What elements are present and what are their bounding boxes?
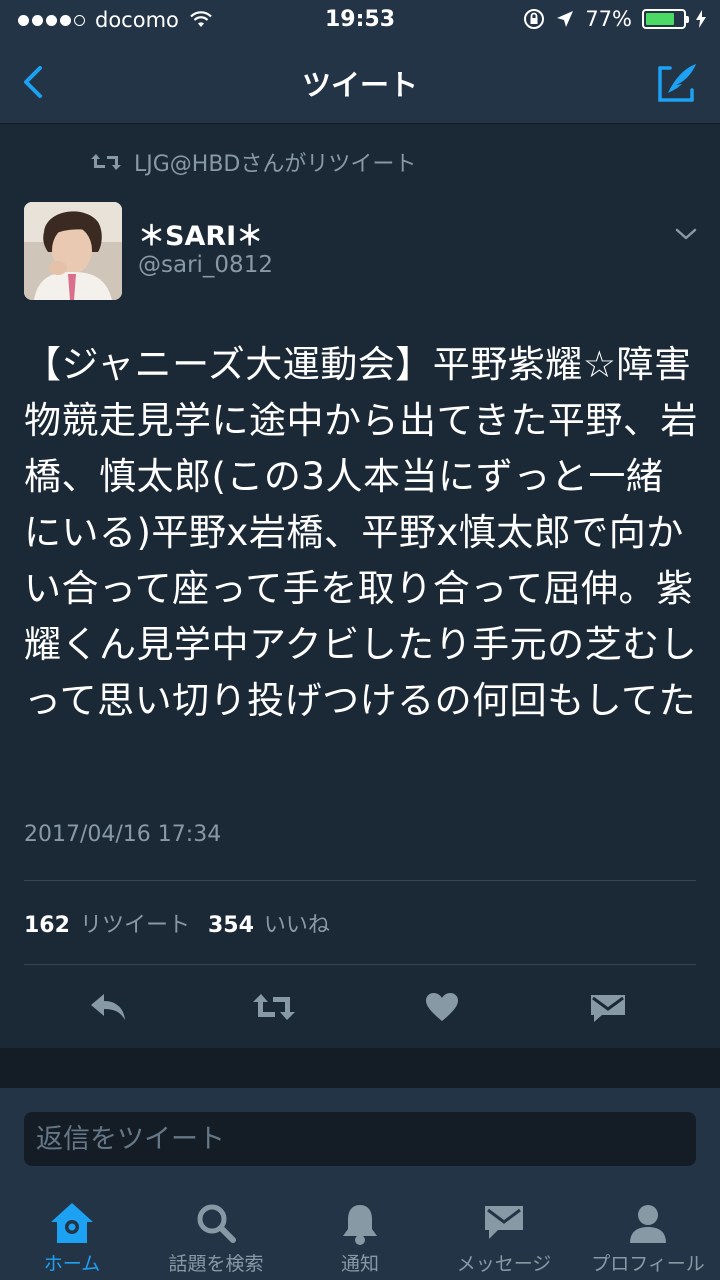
like-count-label[interactable]: いいね <box>264 907 330 939</box>
tweet-timestamp: 2017/04/16 17:34 <box>24 822 222 847</box>
retweet-context-label: LJG@HBDさんがリツイート <box>134 152 417 177</box>
chevron-down-icon[interactable] <box>674 224 698 244</box>
tab-bar: ホーム 話題を検索 通知 メッセージ プロフィール <box>0 1188 720 1280</box>
avatar[interactable] <box>24 202 122 300</box>
like-count[interactable]: 354 <box>208 913 254 938</box>
envelope-icon <box>591 995 625 1022</box>
tab-messages[interactable]: メッセージ <box>432 1188 576 1280</box>
charging-bolt-icon <box>696 10 706 28</box>
tab-profile-label: プロフィール <box>591 1253 705 1275</box>
tab-notifications[interactable]: 通知 <box>288 1188 432 1280</box>
user-handle[interactable]: @sari_0812 <box>138 252 273 278</box>
divider <box>24 880 696 881</box>
tab-messages-label: メッセージ <box>456 1253 552 1275</box>
heart-icon <box>426 993 458 1021</box>
tab-profile[interactable]: プロフィール <box>576 1188 720 1280</box>
tab-notifications-label: 通知 <box>340 1253 379 1275</box>
tab-search-label: 話題を検索 <box>168 1253 264 1275</box>
retweet-count[interactable]: 162 <box>24 913 70 938</box>
retweet-button[interactable] <box>252 985 296 1029</box>
display-name[interactable]: ＊SARI＊ <box>138 214 263 253</box>
status-indicators: 77% <box>523 7 706 31</box>
navigation-bar: ツイート <box>0 40 720 124</box>
like-button[interactable] <box>420 985 464 1029</box>
battery-percent: 77% <box>585 7 632 31</box>
reply-button[interactable] <box>86 985 130 1029</box>
location-arrow-icon <box>557 11 574 27</box>
battery-icon <box>642 9 689 29</box>
retweet-count-label[interactable]: リツイート <box>80 907 190 939</box>
reply-input[interactable] <box>24 1112 696 1166</box>
tweet-text: 【ジャニーズ大運動会】平野紫耀☆障害物競走見学に途中から出てきた平野、岩橋、慎太… <box>24 343 698 722</box>
home-icon <box>51 1203 93 1243</box>
status-bar: docomo 19:53 77% <box>0 0 720 40</box>
section-separator <box>0 1048 720 1088</box>
reply-bar <box>0 1088 720 1188</box>
divider <box>24 964 696 965</box>
retweet-context[interactable]: LJG@HBDさんがリツイート <box>90 146 416 178</box>
person-icon <box>630 1205 666 1243</box>
tab-search[interactable]: 話題を検索 <box>144 1188 288 1280</box>
compose-tweet-icon[interactable] <box>656 60 700 104</box>
tab-home[interactable]: ホーム <box>0 1188 144 1280</box>
bell-icon <box>343 1205 377 1245</box>
page-title: ツイート <box>301 68 418 102</box>
retweet-icon <box>91 154 121 170</box>
retweet-icon <box>253 994 295 1020</box>
search-icon <box>197 1204 236 1243</box>
rotation-lock-icon <box>524 9 545 29</box>
avatar-photo <box>24 202 122 300</box>
direct-message-button[interactable] <box>586 985 630 1029</box>
tweet-stats: 162 リツイート 354 いいね <box>24 907 348 939</box>
envelope-icon <box>485 1206 523 1239</box>
tab-home-label: ホーム <box>43 1253 101 1275</box>
reply-icon <box>91 994 125 1020</box>
